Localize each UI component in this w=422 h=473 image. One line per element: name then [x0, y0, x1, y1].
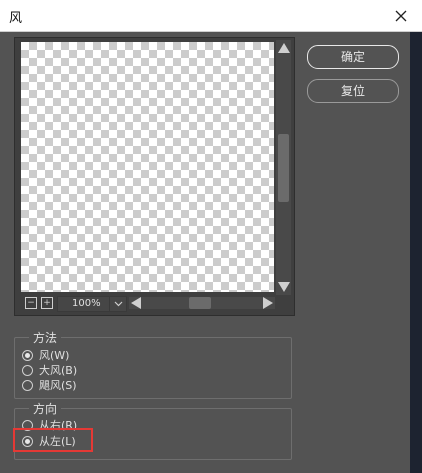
method-option-label: 飓风(S)	[39, 379, 77, 392]
title-bar: 风	[0, 0, 422, 32]
ok-button[interactable]: 确定	[307, 45, 399, 69]
horizontal-scrollbar[interactable]	[129, 297, 275, 309]
horizontal-scroll-thumb[interactable]	[189, 297, 211, 309]
method-option-stagger[interactable]: 飓风(S)	[22, 377, 77, 393]
scroll-left-icon[interactable]	[131, 297, 141, 309]
zoom-value: 100%	[72, 298, 101, 309]
preview-panel: − + 100%	[14, 37, 295, 316]
radio-icon[interactable]	[22, 379, 33, 391]
scroll-down-icon[interactable]	[278, 282, 290, 292]
window-title: 风	[9, 11, 23, 26]
radio-checked-icon[interactable]	[22, 349, 33, 361]
method-option-blast[interactable]: 大风(B)	[22, 362, 77, 378]
close-icon	[395, 10, 407, 21]
transparent-preview	[21, 42, 274, 292]
preview-toolbar: − + 100%	[17, 296, 276, 312]
method-option-label: 风(W)	[39, 349, 70, 362]
zoom-out-button[interactable]: −	[25, 297, 37, 309]
method-option-label: 大风(B)	[39, 364, 78, 377]
reset-button[interactable]: 复位	[307, 79, 399, 103]
close-button[interactable]	[380, 0, 422, 31]
annotation-highlight-box	[13, 428, 93, 452]
scroll-up-icon[interactable]	[278, 43, 290, 53]
radio-icon[interactable]	[22, 364, 33, 376]
direction-legend: 方向	[29, 400, 62, 417]
method-group: 方法 风(W) 大风(B) 飓风(S)	[14, 329, 292, 399]
background-strip	[410, 31, 422, 473]
vertical-scrollbar[interactable]	[276, 40, 291, 295]
chevron-down-icon[interactable]	[109, 297, 126, 311]
zoom-in-button[interactable]: +	[41, 297, 53, 309]
vertical-scroll-thumb[interactable]	[278, 134, 289, 202]
zoom-select[interactable]: 100%	[57, 296, 127, 312]
method-option-wind[interactable]: 风(W)	[22, 347, 69, 363]
method-legend: 方法	[29, 329, 62, 346]
scroll-right-icon[interactable]	[263, 297, 273, 309]
